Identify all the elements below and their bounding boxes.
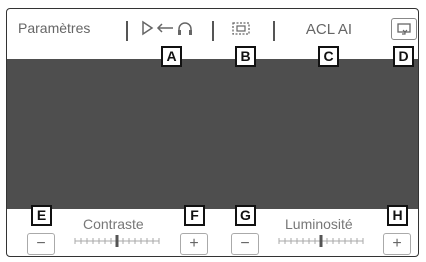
divider (273, 21, 275, 41)
input-switch-button[interactable] (136, 19, 202, 41)
slider-thumb (319, 235, 323, 247)
callout-c: C (318, 46, 339, 67)
contrast-plus-button[interactable]: + (180, 233, 208, 255)
callout-a: A (161, 46, 182, 67)
callout-f: F (184, 205, 205, 226)
mode-button[interactable]: ACL AI (282, 19, 376, 41)
contrast-minus-button[interactable]: − (27, 233, 55, 255)
play-to-headphones-icon (142, 20, 192, 36)
aspect-button[interactable] (221, 19, 261, 41)
callout-e: E (31, 205, 52, 226)
brightness-minus-button[interactable]: − (231, 233, 259, 255)
back-screen-icon (397, 23, 411, 35)
aspect-ratio-icon (232, 22, 250, 35)
brightness-label: Luminosité (285, 216, 353, 232)
callout-b: B (235, 46, 256, 67)
divider (126, 21, 128, 41)
callout-g: G (235, 205, 256, 226)
divider (212, 21, 214, 41)
page-title: Paramètres (18, 20, 91, 36)
contrast-slider[interactable] (73, 235, 161, 247)
contrast-label: Contraste (83, 216, 144, 232)
callout-d: D (393, 46, 414, 67)
brightness-plus-button[interactable]: + (383, 233, 411, 255)
slider-thumb (115, 235, 119, 247)
back-button[interactable] (391, 18, 417, 40)
brightness-slider[interactable] (277, 235, 365, 247)
video-area (7, 59, 418, 209)
callout-h: H (387, 205, 408, 226)
settings-screen: Paramètres ACL AI Contraste − + Luminosi… (6, 8, 419, 257)
